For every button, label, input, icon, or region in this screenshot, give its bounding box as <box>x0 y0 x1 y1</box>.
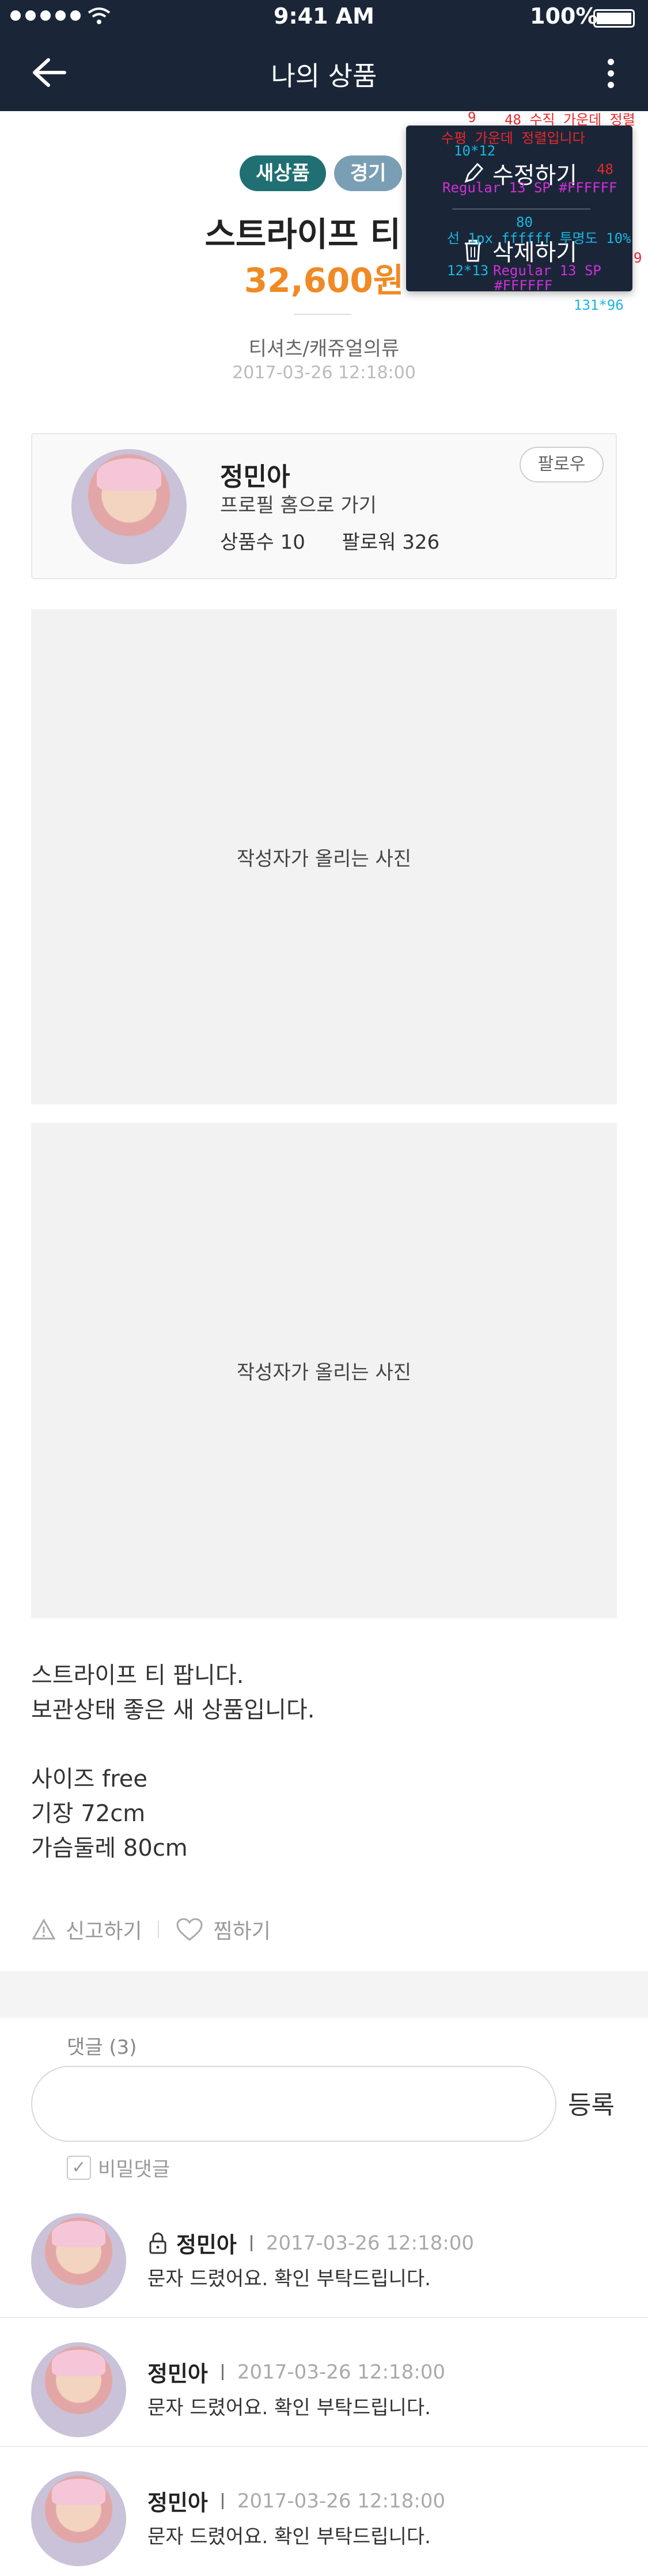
follow-button[interactable]: 팔로우 <box>520 447 604 482</box>
secret-comment-toggle[interactable]: ✓ 비밀댓글 <box>67 2153 170 2182</box>
secret-comment-label: 비밀댓글 <box>98 2158 170 2181</box>
battery-percent: 100% <box>530 3 598 29</box>
commenter-avatar <box>31 2342 126 2437</box>
comment-item: 정민아 2017-03-26 12:18:00 문자 드렸어요. 확인 부탁드립… <box>0 2198 648 2328</box>
comment-date: 2017-03-26 12:18:00 <box>237 2360 445 2384</box>
profile-home-link[interactable]: 프로필 홈으로 가기 <box>220 489 377 518</box>
status-bar: 9:41 AM 100% <box>0 0 648 37</box>
action-divider <box>158 1921 160 1938</box>
spec-height: 48 <box>597 161 613 177</box>
spec-font2: Regular 13 SP <box>493 263 601 279</box>
commenter-name: 정민아 <box>147 2490 208 2516</box>
comment-header: 정민아 2017-03-26 12:18:00 <box>147 2356 445 2388</box>
product-category: 티셔츠/캐쥬얼의류 <box>248 337 400 360</box>
comment-header: 정민아 2017-03-26 12:18:00 <box>147 2227 474 2259</box>
commenter-avatar <box>31 2471 126 2566</box>
seller-name: 정민아 <box>220 462 290 492</box>
separator <box>221 2493 223 2509</box>
description-line: 사이즈 free <box>31 1766 147 1792</box>
product-photo[interactable]: 작성자가 올리는 사진 <box>31 1123 617 1618</box>
items-count: 상품수 10 <box>220 531 305 554</box>
separator <box>221 2364 223 2380</box>
post-actions: 신고하기 찜하기 <box>31 1914 271 1944</box>
spec-pad-right: 9 <box>634 250 642 266</box>
spec-box-size: 131*96 <box>574 297 624 313</box>
top-bar: 9:41 AM 100% 나의 상품 <box>0 0 648 111</box>
spec-font2-color: #FFFFFF <box>494 278 553 294</box>
seller-card[interactable]: 정민아 프로필 홈으로 가기 상품수 10 팔로워 326 팔로우 <box>31 433 617 579</box>
divider <box>0 2317 648 2318</box>
comment-date: 2017-03-26 12:18:00 <box>266 2231 474 2255</box>
followers-count: 팔로워 326 <box>342 531 440 554</box>
description-line: 기장 72cm <box>31 1800 146 1827</box>
report-label: 신고하기 <box>66 1920 142 1943</box>
battery-icon <box>593 9 635 28</box>
comment-text: 문자 드렸어요. 확인 부탁드립니다. <box>147 2396 431 2419</box>
report-button[interactable]: 신고하기 <box>31 1914 142 1944</box>
like-button[interactable]: 찜하기 <box>175 1914 271 1944</box>
tag-condition: 경기 <box>334 155 403 191</box>
product-description: 스트라이프 티 팝니다. 보관상태 좋은 새 상품입니다. 사이즈 free 기… <box>31 1658 617 1865</box>
description-line: 보관상태 좋은 새 상품입니다. <box>31 1697 315 1723</box>
heart-icon <box>176 1918 203 1941</box>
tag-new: 새상품 <box>240 155 326 191</box>
page-title: 나의 상품 <box>271 60 377 92</box>
spec-sep-note: 선 1px ffffff 투명도 10% <box>447 230 631 246</box>
commenter-name: 정민아 <box>176 2232 237 2258</box>
warning-icon <box>32 1918 56 1940</box>
photo-placeholder-text: 작성자가 올리는 사진 <box>236 1361 412 1384</box>
menu-divider <box>452 208 590 210</box>
spec-font1: Regular 13 SP #FFFFFF <box>442 180 617 196</box>
like-label: 찜하기 <box>213 1920 271 1943</box>
comment-count: 댓글 (3) <box>67 2036 137 2059</box>
divider <box>294 314 351 315</box>
spec-center-note: 48 수직 가운데 정렬 <box>505 112 635 128</box>
section-divider <box>0 1971 648 2018</box>
product-photo[interactable]: 작성자가 올리는 사진 <box>31 609 617 1104</box>
spec-icon1-size: 10*12 <box>454 143 496 159</box>
seller-stats: 상품수 10 팔로워 326 <box>220 526 439 554</box>
commenter-avatar <box>31 2213 126 2308</box>
divider <box>0 2446 648 2447</box>
comment-text: 문자 드렸어요. 확인 부탁드립니다. <box>147 2267 431 2290</box>
commenter-name: 정민아 <box>147 2361 208 2387</box>
spec-pad-top: 9 <box>468 109 476 126</box>
lock-icon <box>149 2232 166 2254</box>
description-line <box>31 1727 617 1762</box>
comment-item: 정민아 2017-03-26 12:18:00 문자 드렸어요. 확인 부탁드립… <box>0 2327 648 2457</box>
photo-placeholder-text: 작성자가 올리는 사진 <box>236 847 412 871</box>
comment-input[interactable] <box>31 2066 556 2142</box>
spec-icon2-size: 12*13 <box>447 263 489 279</box>
product-tags: 새상품 경기 <box>240 155 403 191</box>
seller-avatar <box>71 449 187 564</box>
comment-submit-button[interactable]: 등록 <box>568 2084 615 2121</box>
more-menu-button[interactable] <box>599 55 622 92</box>
separator <box>250 2235 252 2251</box>
product-date: 2017-03-26 12:18:00 <box>232 363 416 383</box>
comment-date: 2017-03-26 12:18:00 <box>237 2489 445 2513</box>
comment-header: 정민아 2017-03-26 12:18:00 <box>147 2485 445 2517</box>
description-line: 스트라이프 티 팝니다. <box>31 1662 244 1689</box>
comment-text: 문자 드렸어요. 확인 부탁드립니다. <box>147 2525 431 2548</box>
comment-item: 정민아 2017-03-26 12:18:00 문자 드렸어요. 확인 부탁드립… <box>0 2456 648 2576</box>
description-line: 가슴둘레 80cm <box>31 1835 188 1861</box>
checkbox[interactable]: ✓ <box>67 2155 91 2180</box>
